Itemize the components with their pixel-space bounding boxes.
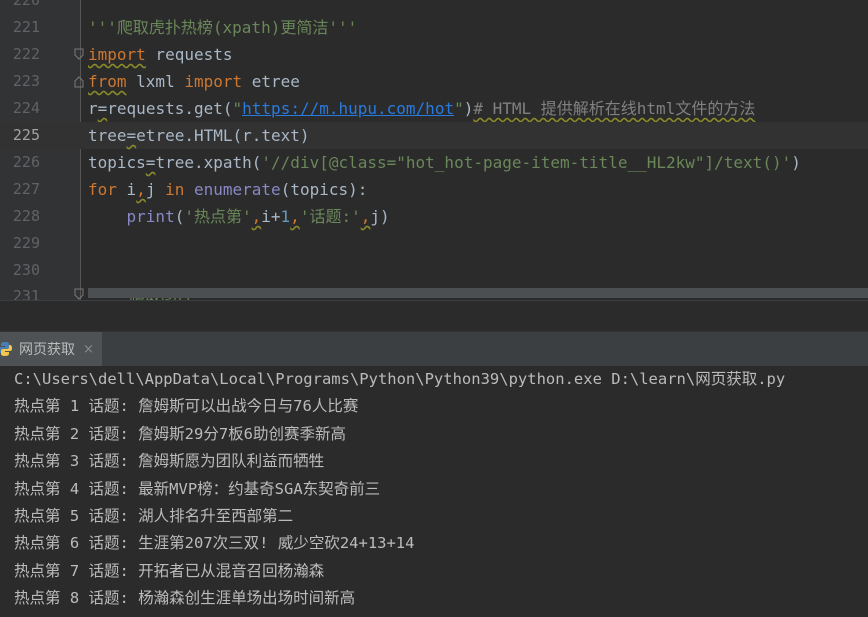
console-output-line: 热点第 1 话题: 詹姆斯可以出战今日与76人比赛 [14,397,359,416]
close-icon[interactable]: × [83,342,94,357]
code-token: i+ [261,207,281,226]
code-token: r [88,99,98,118]
code-token: topics [88,153,146,172]
code-token: print [126,207,175,226]
code-token: , [360,207,371,226]
run-tab[interactable]: 网页获取 × [0,332,102,366]
code-token: requests [145,45,233,64]
code-token: tree.xpath( [155,153,262,172]
line-number: 223 [12,72,40,90]
code-line[interactable]: 230 [0,257,868,284]
console-output-line: 热点第 8 话题: 杨瀚森创生涯单场出场时间新高 [14,589,356,608]
code-editor[interactable]: 220 221 '''爬取虎扑热榜(xpath)更简洁''' 222 import r… [0,0,868,300]
fold-marker-icon[interactable] [74,288,84,300]
code-token: = [145,153,156,172]
console-command-line: C:\Users\dell\AppData\Local\Programs\Pyt… [14,370,786,388]
line-number: 227 [12,180,40,198]
console-output-line: 热点第 7 话题: 开拓者已从混音召回杨瀚森 [14,561,325,580]
code-line[interactable]: 224 r=requests.get("https://m.hupu.com/ho… [0,95,868,122]
code-token: " [232,99,243,118]
code-token: ) [463,99,474,118]
code-line[interactable]: 226 topics=tree.xpath('//div[@class="hot_… [0,149,868,176]
code-line[interactable]: 229 [0,230,868,257]
console-output[interactable]: C:\Users\dell\AppData\Local\Programs\Pyt… [0,366,868,617]
code-token: '热点第' [184,207,252,226]
line-number: 220 [12,0,40,9]
console-output-line: 热点第 2 话题: 詹姆斯29分7板6助创赛季新高 [14,424,346,443]
line-number: 228 [12,207,40,225]
code-token: # HTML 提供解析在线html文件的方法 [473,99,756,118]
code-line[interactable]: 223 from lxml import etree [0,68,868,95]
code-token: , [136,180,146,199]
code-token: ( [174,207,185,226]
console-output-line: 热点第 6 话题: 生涯第207次三双! 威少空砍24+13+14 [14,534,415,553]
line-number: 224 [12,99,40,117]
console-output-line: 热点第 5 话题: 湖人排名升至西部第二 [14,507,294,525]
code-token: i [116,180,137,199]
partial-line-220: 220 [0,0,868,14]
code-token: lxml [126,72,185,91]
code-line[interactable]: 221 '''爬取虎扑热榜(xpath)更简洁''' [0,14,868,41]
code-token: from [88,72,127,91]
fold-marker-icon[interactable] [74,76,84,88]
code-text: print('热点第',i+1,'话题:',j) [88,203,390,230]
code-text: for i,j in enumerate(topics): [88,176,367,203]
code-token: j) [370,207,390,226]
code-token: tree [88,126,127,145]
code-token: enumerate [193,180,281,199]
run-tab-bar: 网页获取 × [0,331,868,367]
code-token: , [251,207,262,226]
code-token: '话题:' [299,207,361,226]
run-panel-header [0,300,868,331]
code-token: = [97,99,108,118]
code-token: ) [791,153,801,172]
code-token: , [290,207,300,226]
console-output-line: 热点第 4 话题: 最新MVP榜：约基奇SGA东契奇前三 [14,479,381,498]
line-number: 230 [12,261,40,279]
code-text: import requests [88,41,233,68]
code-token: j [145,180,166,199]
code-token: 1 [280,207,291,226]
run-tab-label: 网页获取 [19,342,75,358]
code-text: topics=tree.xpath('//div[@class="hot_hot… [88,149,801,176]
line-number: 229 [12,234,40,252]
code-line[interactable]: 227 for i,j in enumerate(topics): [0,176,868,203]
fold-marker-icon[interactable] [74,48,84,60]
code-token: " [454,99,464,118]
code-line[interactable]: 225 tree=etree.HTML(r.text) [0,122,868,149]
code-line[interactable]: 228 print('热点第',i+1,'话题:',j) [0,203,868,230]
code-text: '''爬取虎扑热榜(xpath)更简洁''' [88,14,357,41]
code-text: r=requests.get("https://m.hupu.com/hot")… [88,95,755,122]
line-number: 226 [12,153,40,171]
code-token: https://m.hupu.com/hot [242,99,455,118]
code-token: (topics): [280,180,368,199]
code-token: requests.get( [107,99,233,118]
code-token: '//div[@class="hot_hot-page-item-title__… [261,153,792,172]
code-token: import [184,72,243,91]
python-icon [0,342,12,356]
line-number: 225 [12,126,40,144]
code-token: import [88,45,146,64]
horizontal-scrollbar[interactable] [88,288,868,298]
line-number: 222 [12,45,40,63]
ide-window: 220 221 '''爬取虎扑热榜(xpath)更简洁''' 222 import r… [0,0,868,617]
code-token: etree [242,72,300,91]
code-token: = [126,126,137,145]
code-line[interactable]: 222 import requests [0,41,868,68]
code-token: in [165,180,185,199]
line-number: 221 [12,18,40,36]
code-token: '''爬取虎扑热榜(xpath)更简洁''' [88,18,358,37]
console-output-line: 热点第 3 话题: 詹姆斯愿为团队利益而牺牲 [14,452,325,471]
line-number: 231 [12,287,40,300]
code-text: tree=etree.HTML(r.text) [88,122,310,149]
code-text: from lxml import etree [88,68,300,95]
code-token: etree.HTML(r.text) [136,126,310,145]
code-token: for [88,180,117,199]
